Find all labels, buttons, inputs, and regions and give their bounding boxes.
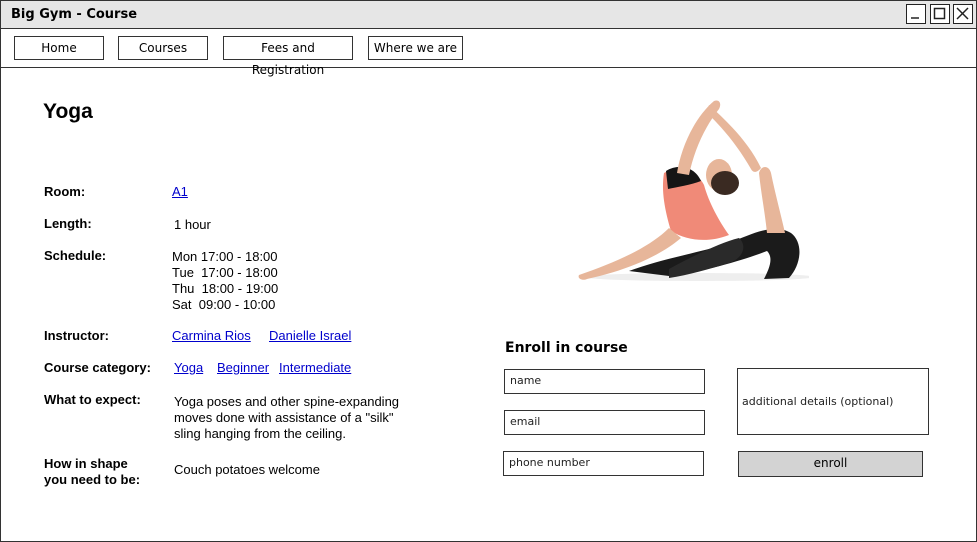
app-window: Big Gym - Course Home Courses Fees and R…: [0, 0, 977, 542]
category-link-wrap: Beginner: [217, 360, 269, 376]
minimize-icon: [911, 17, 919, 19]
category-link[interactable]: Yoga: [174, 360, 203, 375]
instructor-link[interactable]: Danielle Israel: [269, 328, 351, 343]
course-title: Yoga: [43, 100, 93, 123]
schedule-list: Mon 17:00 - 18:00 Tue 17:00 - 18:00 Thu …: [172, 249, 278, 313]
expect-text: Yoga poses and other spine-expanding mov…: [174, 394, 399, 442]
category-link[interactable]: Beginner: [217, 360, 269, 375]
expect-line: Yoga poses and other spine-expanding: [174, 394, 400, 409]
length-label: Length:: [44, 216, 92, 231]
category-link-wrap: Intermediate: [279, 360, 351, 376]
room-value: A1: [172, 184, 188, 200]
category-link-wrap: Yoga: [174, 360, 203, 376]
expect-line: moves done with assistance of a "silk": [174, 410, 394, 425]
schedule-label: Schedule:: [44, 248, 107, 263]
instructor-links-2: Danielle Israel: [269, 328, 351, 344]
schedule-entry: Tue 17:00 - 18:00: [172, 265, 278, 280]
instructor-links: Carmina Rios: [172, 328, 251, 344]
close-button[interactable]: [953, 4, 973, 24]
maximize-icon: [933, 7, 946, 20]
enroll-title: Enroll in course: [505, 340, 628, 356]
category-label: Course category:: [44, 360, 151, 375]
phone-number-field[interactable]: phone number: [503, 451, 704, 476]
email-field[interactable]: email: [504, 410, 705, 435]
nav-where-we-are-button[interactable]: Where we are: [368, 36, 463, 60]
expect-label: What to expect:: [44, 392, 141, 407]
minimize-button[interactable]: [906, 4, 926, 24]
shape-label: How in shape you need to be:: [44, 456, 140, 488]
close-icon: [956, 7, 969, 20]
room-link[interactable]: A1: [172, 184, 188, 199]
enroll-button[interactable]: enroll: [738, 451, 923, 477]
instructor-label: Instructor:: [44, 328, 109, 343]
schedule-entry: Sat 09:00 - 10:00: [172, 297, 276, 312]
title-bar: Big Gym - Course: [1, 1, 976, 29]
schedule-entry: Mon 17:00 - 18:00: [172, 249, 278, 264]
window-title: Big Gym - Course: [11, 7, 138, 22]
nav-fees-registration-button[interactable]: Fees and Registration: [223, 36, 353, 77]
maximize-button[interactable]: [930, 4, 950, 24]
yoga-pose-photo: [578, 100, 809, 281]
name-field[interactable]: name: [504, 369, 705, 394]
shape-label-line: How in shape: [44, 456, 128, 471]
shape-value: Couch potatoes welcome: [174, 462, 320, 477]
additional-details-field[interactable]: additional details (optional): [737, 368, 929, 435]
nav-home-button[interactable]: Home: [14, 36, 104, 60]
shape-label-line: you need to be:: [44, 472, 141, 487]
instructor-link[interactable]: Carmina Rios: [172, 328, 251, 343]
length-value: 1 hour: [174, 217, 211, 232]
nav-courses-button[interactable]: Courses: [118, 36, 208, 60]
nav-bar: Home Courses Fees and Registration Where…: [1, 29, 976, 77]
expect-line: sling hanging from the ceiling.: [174, 426, 346, 441]
schedule-entry: Thu 18:00 - 19:00: [172, 281, 279, 296]
room-label: Room:: [44, 184, 86, 199]
category-link[interactable]: Intermediate: [279, 360, 351, 375]
